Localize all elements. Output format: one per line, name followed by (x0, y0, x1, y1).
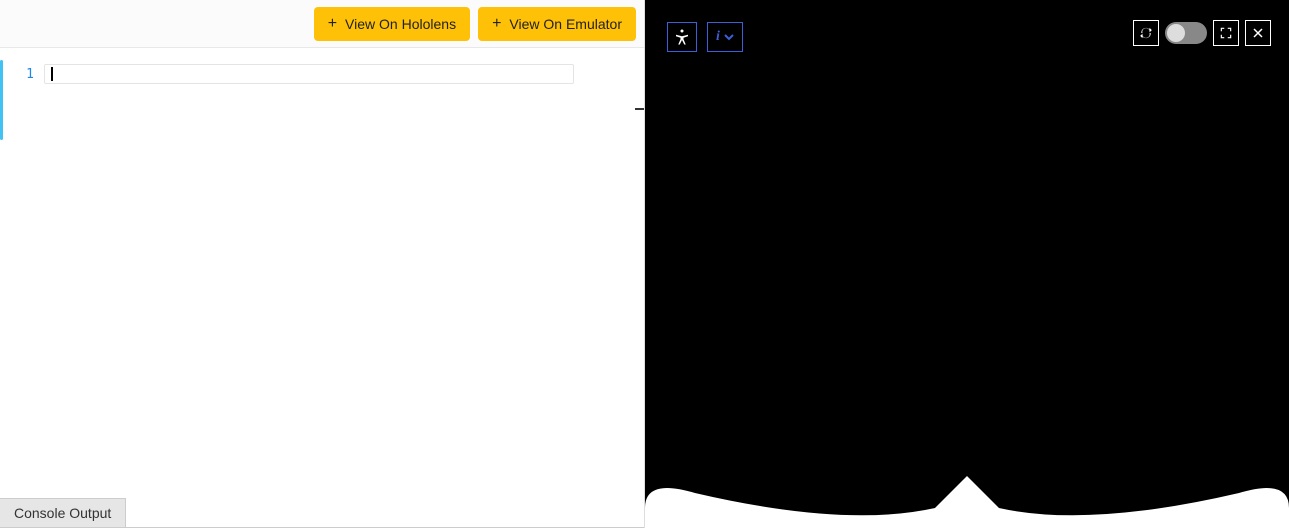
toggle-knob (1167, 24, 1185, 42)
fullscreen-button[interactable] (1213, 20, 1239, 46)
panel-divider-handle[interactable] (635, 108, 644, 110)
editor-line: 1 (0, 64, 644, 84)
vr-toggle[interactable] (1165, 22, 1207, 44)
editor-panel: + View On Hololens + View On Emulator 1 … (0, 0, 645, 528)
close-button[interactable] (1245, 20, 1271, 46)
viewer-toolbar-right (1133, 20, 1271, 46)
hololens-button-label: View On Hololens (345, 16, 456, 32)
plus-icon: + (328, 15, 337, 33)
refresh-button[interactable] (1133, 20, 1159, 46)
emulator-button-label: View On Emulator (509, 16, 622, 32)
view-on-hololens-button[interactable]: + View On Hololens (314, 7, 470, 41)
console-tabs: Console Output (0, 496, 644, 528)
editor-toolbar: + View On Hololens + View On Emulator (0, 0, 644, 48)
accessibility-icon (673, 28, 691, 46)
expand-icon (1219, 26, 1233, 40)
chevron-down-icon (724, 32, 734, 42)
refresh-icon (1139, 26, 1153, 40)
accessibility-button[interactable] (667, 22, 697, 52)
viewer-panel: i (645, 0, 1289, 528)
info-label: i (716, 29, 720, 45)
line-content[interactable] (44, 64, 574, 84)
close-icon (1252, 27, 1264, 39)
info-dropdown-button[interactable]: i (707, 22, 743, 52)
plus-icon: + (492, 15, 501, 33)
text-cursor (51, 67, 53, 81)
code-editor[interactable]: 1 (0, 48, 644, 496)
line-number: 1 (10, 67, 44, 82)
console-tab-label: Console Output (14, 505, 111, 521)
console-output-tab[interactable]: Console Output (0, 498, 126, 527)
viewer-toolbar-left: i (667, 22, 743, 52)
vr-goggle-frame (645, 438, 1289, 528)
view-on-emulator-button[interactable]: + View On Emulator (478, 7, 636, 41)
